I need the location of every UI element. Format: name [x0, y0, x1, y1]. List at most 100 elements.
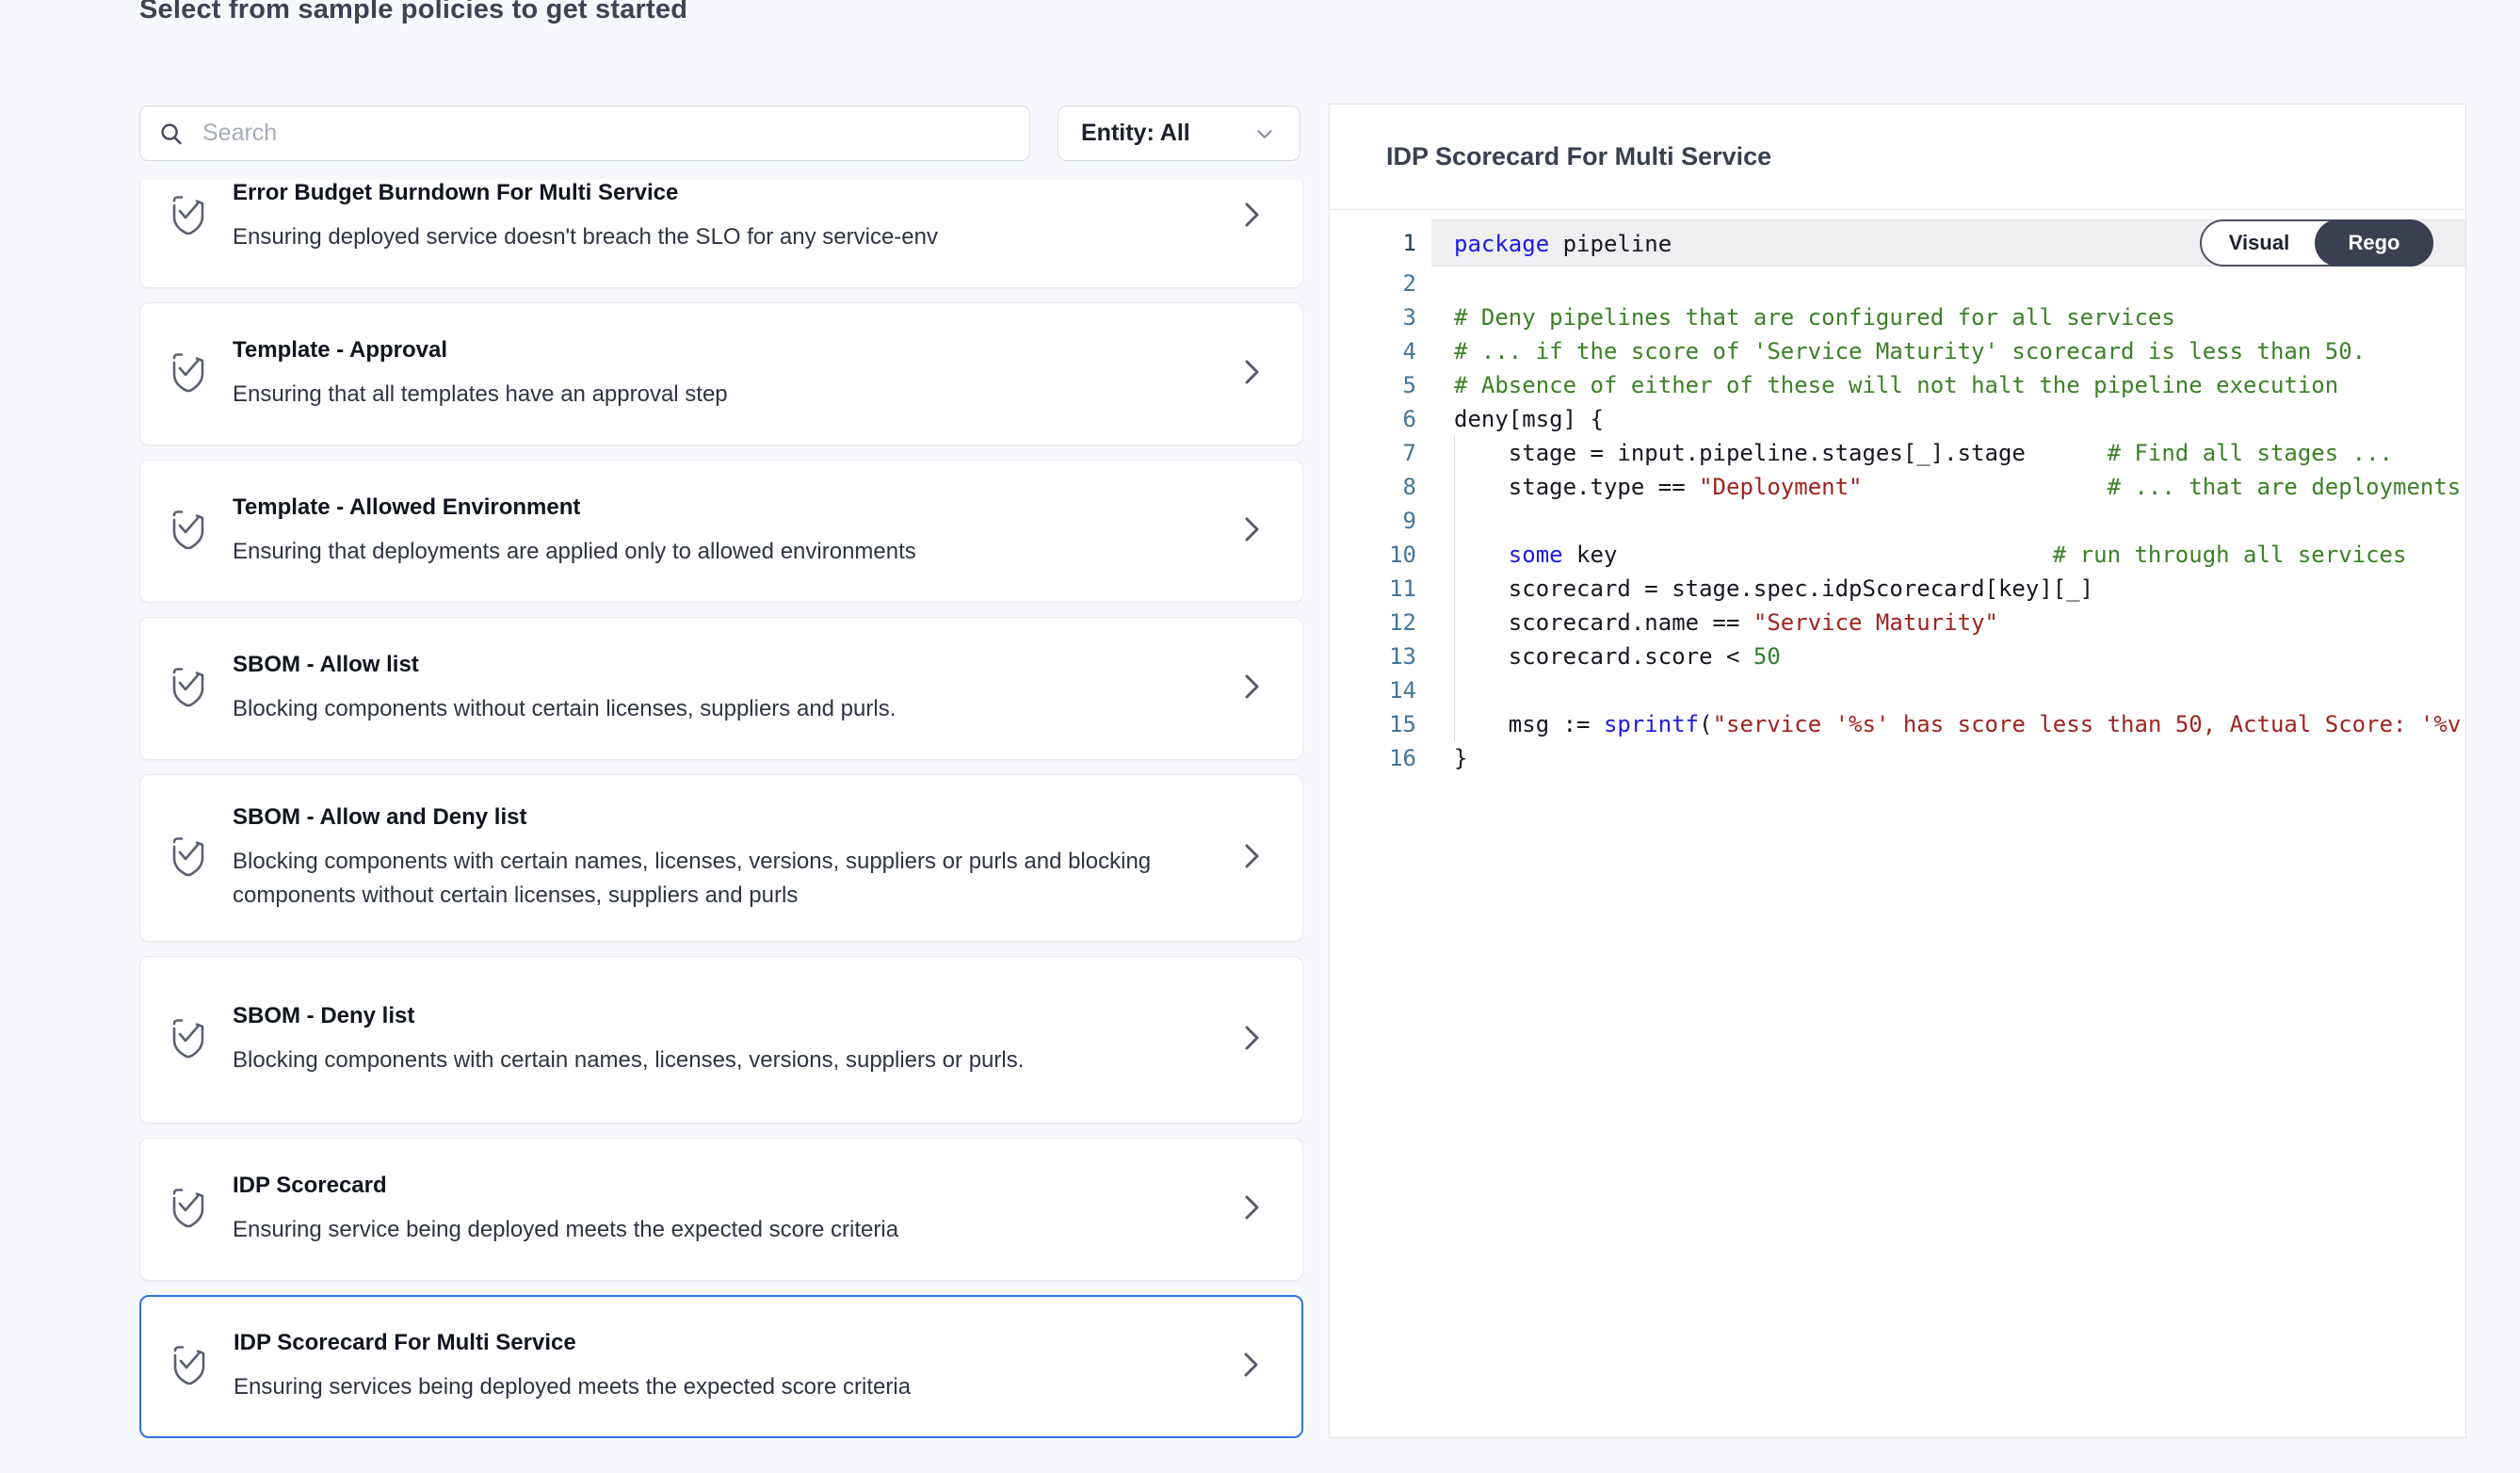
policy-card[interactable]: IDP Scorecard For Multi Service Ensuring…	[139, 1295, 1303, 1438]
line-number: 2	[1330, 267, 1431, 300]
search-input[interactable]	[201, 119, 1012, 148]
code-line: 3# Deny pipelines that are configured fo…	[1330, 300, 2465, 334]
shield-check-icon	[169, 349, 208, 399]
code-line-text: scorecard.score < 50	[1431, 639, 2465, 673]
policy-description: Ensuring service being deployed meets th…	[233, 1213, 1184, 1247]
policy-card-text: SBOM - Allow and Deny list Blocking comp…	[233, 804, 1212, 913]
code-line-text: # ... if the score of 'Service Maturity'…	[1431, 334, 2465, 368]
line-number: 14	[1330, 673, 1431, 707]
code-line: 2	[1330, 267, 2465, 300]
policy-card-text: Template - Allowed Environment Ensuring …	[233, 494, 1212, 569]
policy-card[interactable]: Template - Approval Ensuring that all te…	[139, 302, 1303, 445]
policy-list: Error Budget Burndown For Multi Service …	[139, 180, 1303, 1438]
policy-card[interactable]: IDP Scorecard Ensuring service being dep…	[139, 1138, 1303, 1281]
detail-title: IDP Scorecard For Multi Service	[1386, 142, 1771, 171]
page-title: Select from sample policies to get start…	[139, 0, 687, 25]
line-number: 13	[1330, 639, 1431, 673]
policy-card[interactable]: Template - Allowed Environment Ensuring …	[139, 460, 1303, 603]
line-number: 5	[1330, 368, 1431, 402]
search-box[interactable]	[139, 105, 1030, 161]
policy-description: Ensuring services being deployed meets t…	[234, 1370, 1185, 1404]
code-line: 9	[1330, 504, 2465, 538]
code-line: 13 scorecard.score < 50	[1330, 639, 2465, 673]
policy-card-text: Error Budget Burndown For Multi Service …	[233, 180, 1212, 254]
policy-card[interactable]: SBOM - Allow and Deny list Blocking comp…	[139, 774, 1303, 942]
line-number: 11	[1330, 572, 1431, 606]
code-line: 15 msg := sprintf("service '%s' has scor…	[1330, 707, 2465, 741]
line-number: 8	[1330, 470, 1431, 504]
shield-check-icon	[169, 834, 208, 883]
policy-samples-screen: Select from sample policies to get start…	[0, 0, 2520, 1473]
line-number: 7	[1330, 436, 1431, 470]
policy-card-text: IDP Scorecard Ensuring service being dep…	[233, 1173, 1212, 1247]
code-line: 16}	[1330, 741, 2465, 775]
code-line: 6deny[msg] {	[1330, 402, 2465, 436]
code-line: 5# Absence of either of these will not h…	[1330, 368, 2465, 402]
policy-title: Template - Approval	[233, 337, 1212, 364]
shield-check-icon	[169, 1185, 208, 1235]
policy-description: Ensuring that all templates have an appr…	[233, 378, 1184, 412]
line-number: 9	[1330, 504, 1431, 538]
code-line-text: scorecard = stage.spec.idpScorecard[key]…	[1431, 572, 2465, 606]
policy-card-text: IDP Scorecard For Multi Service Ensuring…	[234, 1330, 1211, 1404]
code-line-text: some key # run through all services	[1431, 538, 2465, 572]
policy-card[interactable]: SBOM - Deny list Blocking components wit…	[139, 956, 1303, 1124]
code-line: 12 scorecard.name == "Service Maturity"	[1330, 606, 2465, 639]
shield-check-icon	[170, 1342, 209, 1392]
chevron-down-icon	[1252, 121, 1277, 146]
shield-check-icon	[169, 664, 208, 714]
policy-title: Error Budget Burndown For Multi Service	[233, 180, 1212, 206]
code-line-text: stage.type == "Deployment" # ... that ar…	[1431, 470, 2465, 504]
policy-list-viewport[interactable]: Error Budget Burndown For Multi Service …	[139, 180, 1303, 1438]
policy-description: Blocking components with certain names, …	[233, 845, 1184, 913]
line-number: 16	[1330, 741, 1431, 775]
code-line: 7 stage = input.pipeline.stages[_].stage…	[1330, 436, 2465, 470]
policy-card-text: Template - Approval Ensuring that all te…	[233, 337, 1212, 412]
chevron-right-icon	[1240, 356, 1263, 393]
code-line-text: stage = input.pipeline.stages[_].stage #…	[1431, 436, 2465, 470]
chevron-right-icon	[1240, 840, 1263, 877]
policy-card[interactable]: Error Budget Burndown For Multi Service …	[139, 180, 1303, 288]
code-line: 14	[1330, 673, 2465, 707]
code-line-text: msg := sprintf("service '%s' has score l…	[1431, 707, 2465, 741]
chevron-right-icon	[1240, 199, 1263, 235]
detail-header: IDP Scorecard For Multi Service	[1330, 105, 2465, 210]
policy-description: Ensuring deployed service doesn't breach…	[233, 220, 1184, 254]
policy-card-text: SBOM - Allow list Blocking components wi…	[233, 652, 1212, 726]
toggle-visual-button[interactable]: Visual	[2202, 221, 2317, 265]
policy-description: Ensuring that deployments are applied on…	[233, 535, 1184, 569]
policy-title: SBOM - Allow list	[233, 652, 1212, 678]
code-lines: 1package pipeline23# Deny pipelines that…	[1330, 219, 2465, 775]
line-number: 4	[1330, 334, 1431, 368]
code-line-text	[1431, 673, 2465, 707]
entity-filter-dropdown[interactable]: Entity: All	[1058, 105, 1300, 161]
policy-description: Blocking components with certain names, …	[233, 1044, 1184, 1077]
code-line-text: }	[1431, 741, 2465, 775]
code-line-text: # Absence of either of these will not ha…	[1431, 368, 2465, 402]
code-line: 10 some key # run through all services	[1330, 538, 2465, 572]
code-line: 4# ... if the score of 'Service Maturity…	[1330, 334, 2465, 368]
policy-title: Template - Allowed Environment	[233, 494, 1212, 521]
search-icon	[157, 120, 186, 148]
line-number: 12	[1330, 606, 1431, 639]
chevron-right-icon	[1240, 671, 1263, 707]
code-line-text: # Deny pipelines that are configured for…	[1431, 300, 2465, 334]
toggle-rego-button[interactable]: Rego	[2315, 219, 2433, 267]
code-line-text: scorecard.name == "Service Maturity"	[1431, 606, 2465, 639]
policy-title: SBOM - Deny list	[233, 1003, 1212, 1029]
code-line: 11 scorecard = stage.spec.idpScorecard[k…	[1330, 572, 2465, 606]
entity-filter-label: Entity: All	[1081, 120, 1190, 147]
code-line: 8 stage.type == "Deployment" # ... that …	[1330, 470, 2465, 504]
policy-card[interactable]: SBOM - Allow list Blocking components wi…	[139, 617, 1303, 760]
policy-detail-panel: IDP Scorecard For Multi Service Visual R…	[1329, 104, 2466, 1438]
code-line-text: deny[msg] {	[1431, 402, 2465, 436]
line-number: 3	[1330, 300, 1431, 334]
line-number: 10	[1330, 538, 1431, 572]
line-number: 6	[1330, 402, 1431, 436]
shield-check-icon	[169, 1015, 208, 1065]
code-line-text	[1431, 504, 2465, 538]
code-line-text	[1431, 267, 2465, 300]
policy-description: Blocking components without certain lice…	[233, 692, 1184, 726]
rego-code-viewer[interactable]: Visual Rego 1package pipeline23# Deny pi…	[1330, 210, 2465, 1437]
policy-title: SBOM - Allow and Deny list	[233, 804, 1212, 831]
